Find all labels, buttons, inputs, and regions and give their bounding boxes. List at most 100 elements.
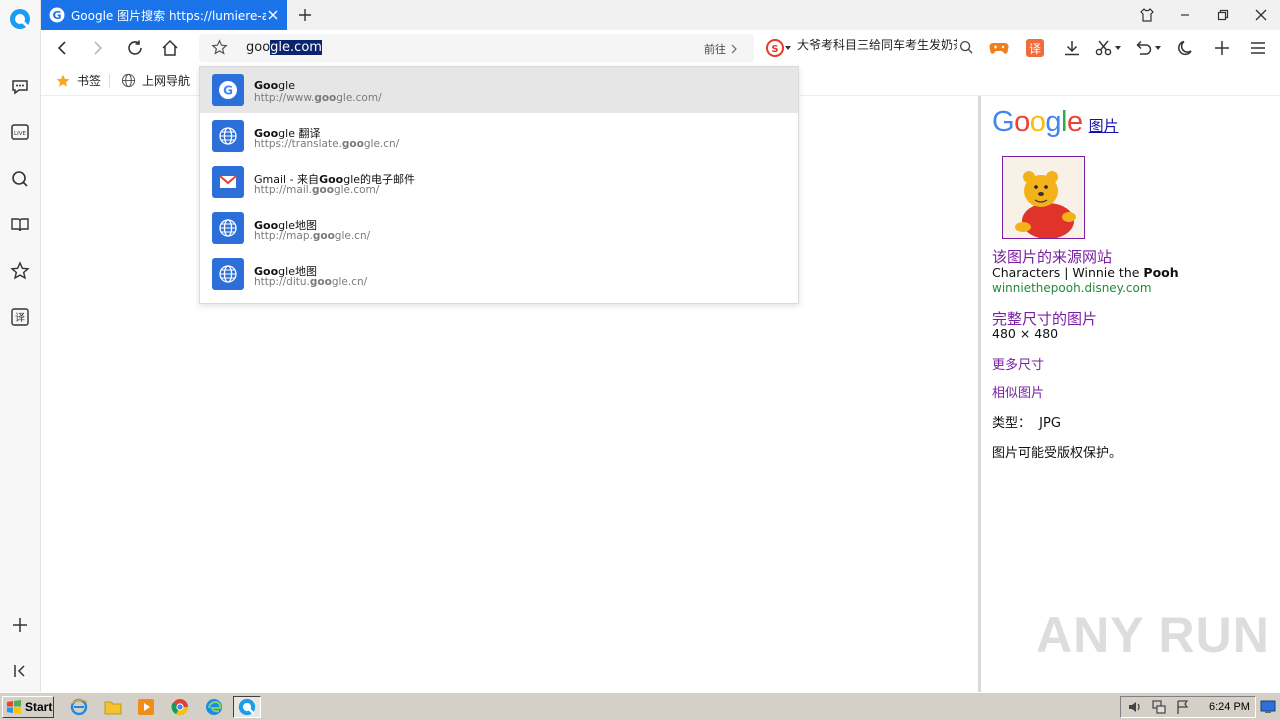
left-sidebar: LIVE 译	[0, 0, 41, 692]
search-magnifier-icon[interactable]	[959, 40, 974, 55]
start-label: Start	[25, 700, 53, 714]
more-sizes-link[interactable]: 更多尺寸	[992, 354, 1044, 373]
tab-title: Google 图片搜索 https://lumiere-a.akamaihd.n…	[71, 8, 266, 23]
active-tab[interactable]: G Google 图片搜索 https://lumiere-a.akamaihd…	[41, 0, 287, 30]
restore-icon[interactable]	[1211, 4, 1235, 26]
svg-text:G: G	[223, 84, 233, 98]
google-logo[interactable]: Google	[992, 106, 1083, 139]
google-icon: G	[212, 74, 244, 106]
toolbar: google.com 前往 S 大爷考科目三给同车考生发奶茶 译	[41, 30, 1280, 66]
close-window-icon[interactable]	[1249, 4, 1273, 26]
go-label: 前往	[704, 43, 726, 56]
suggestion-url: http://mail.google.com/	[254, 184, 380, 196]
source-title-bold: Pooh	[1143, 265, 1179, 280]
edge-icon[interactable]	[204, 697, 224, 717]
bookmark-item-bookmarks[interactable]: 书签	[55, 72, 101, 89]
suggestion-item[interactable]: Google地图 http://ditu.google.cn/	[200, 251, 798, 297]
type-label: 类型：	[992, 416, 1032, 431]
start-button[interactable]: Start	[2, 696, 54, 718]
download-icon[interactable]	[1061, 37, 1083, 59]
search-engine-selector[interactable]: S	[766, 39, 792, 57]
system-tray: 6:24 PM	[1120, 696, 1256, 718]
suggestion-url: https://translate.google.cn/	[254, 138, 400, 150]
add-sidebar-item-icon[interactable]	[9, 614, 31, 636]
reload-icon[interactable]	[124, 37, 146, 59]
globe-icon	[121, 73, 136, 88]
suggestion-item[interactable]: G Google http://www.google.com/	[200, 67, 798, 113]
network-icon[interactable]	[1151, 699, 1167, 715]
suggestion-title: Google	[254, 79, 295, 92]
image-thumbnail[interactable]	[1002, 156, 1085, 239]
go-button[interactable]: 前往	[704, 41, 738, 57]
browser-logo-icon[interactable]	[9, 8, 31, 30]
bookmark-item-navigation[interactable]: 上网导航	[121, 72, 190, 89]
ie-icon[interactable]	[69, 697, 89, 717]
screenshot-scissors-icon[interactable]	[1093, 37, 1123, 59]
skin-shirt-icon[interactable]	[1135, 4, 1159, 26]
source-page-title[interactable]: Characters | Winnie the Pooh	[992, 265, 1179, 280]
volume-icon[interactable]	[1127, 699, 1143, 715]
undo-close-tab-icon[interactable]	[1133, 37, 1163, 59]
autocomplete-dropdown: G Google http://www.google.com/ Google 翻…	[199, 66, 799, 304]
search-query-text: 大爷考科目三给同车考生发奶茶	[797, 38, 957, 52]
night-mode-moon-icon[interactable]	[1175, 37, 1197, 59]
copyright-note: 图片可能受版权保护。	[992, 446, 1123, 461]
svg-text:G: G	[52, 9, 61, 22]
file-explorer-icon[interactable]	[103, 697, 123, 717]
gamepad-icon[interactable]	[988, 37, 1010, 59]
globe-icon	[212, 120, 244, 152]
bookmark-label: 上网导航	[142, 74, 191, 88]
menu-hamburger-icon[interactable]	[1247, 37, 1269, 59]
globe-icon	[212, 212, 244, 244]
clock[interactable]: 6:24 PM	[1209, 701, 1250, 713]
add-icon[interactable]	[1211, 37, 1233, 59]
address-bar[interactable]: google.com 前往	[199, 34, 754, 62]
image-info-panel: Google 图片 该图片的来源网站 Characters | Winnie t…	[978, 96, 1280, 692]
translate-button-icon[interactable]: 译	[1024, 37, 1046, 59]
svg-text:LIVE: LIVE	[14, 131, 26, 137]
tab-close-icon[interactable]	[265, 7, 281, 23]
image-dimensions: 480 × 480	[992, 326, 1059, 341]
home-icon[interactable]	[159, 37, 181, 59]
bookmark-divider	[109, 74, 110, 88]
svg-text:译: 译	[1029, 42, 1041, 56]
bookmark-star-icon[interactable]	[211, 39, 228, 56]
collapse-sidebar-icon[interactable]	[9, 660, 31, 682]
suggestion-url: http://map.google.cn/	[254, 230, 371, 242]
media-player-icon[interactable]	[136, 697, 156, 717]
new-tab-button[interactable]	[293, 4, 317, 26]
star-icon	[56, 74, 70, 87]
translate-icon[interactable]: 译	[9, 306, 31, 328]
address-autocomplete-selection: gle.com	[270, 40, 322, 55]
back-arrow-icon[interactable]	[51, 37, 73, 59]
reader-book-icon[interactable]	[9, 214, 31, 236]
suggestion-item[interactable]: Gmail - 来自Google的电子邮件 http://mail.google…	[200, 159, 798, 205]
address-typed-text: goo	[246, 40, 271, 55]
windows-taskbar: Start 6:24 PM	[0, 692, 1280, 720]
minimize-icon[interactable]	[1173, 4, 1197, 26]
bookmark-label: 书签	[77, 74, 102, 88]
action-center-flag-icon[interactable]	[1175, 699, 1191, 715]
live-icon[interactable]: LIVE	[9, 121, 31, 143]
suggestion-item[interactable]: Google地图 http://map.google.cn/	[200, 205, 798, 251]
anyrun-watermark: ANY RUN	[1036, 607, 1270, 663]
chrome-icon[interactable]	[170, 697, 190, 717]
sogou-logo-icon: S	[766, 39, 784, 57]
source-site-link[interactable]: 该图片的来源网站	[992, 246, 1112, 267]
gmail-icon	[212, 166, 244, 198]
source-domain[interactable]: winniethepooh.disney.com	[992, 281, 1152, 295]
search-box[interactable]: S 大爷考科目三给同车考生发奶茶	[764, 34, 979, 62]
active-browser-task-icon[interactable]	[233, 696, 261, 718]
svg-text:S: S	[771, 44, 778, 55]
images-link[interactable]: 图片	[1089, 115, 1119, 136]
chat-icon[interactable]	[9, 76, 31, 98]
show-desktop-icon[interactable]	[1258, 697, 1278, 717]
suggestion-item[interactable]: Google 翻译 https://translate.google.cn/	[200, 113, 798, 159]
forward-arrow-icon[interactable]	[87, 37, 109, 59]
suggestion-url: http://ditu.google.cn/	[254, 276, 368, 288]
tab-strip: G Google 图片搜索 https://lumiere-a.akamaihd…	[41, 0, 1280, 30]
address-input[interactable]: google.com	[246, 40, 322, 55]
search-icon[interactable]	[9, 168, 31, 190]
similar-images-link[interactable]: 相似图片	[992, 382, 1044, 401]
favorites-star-icon[interactable]	[9, 260, 31, 282]
